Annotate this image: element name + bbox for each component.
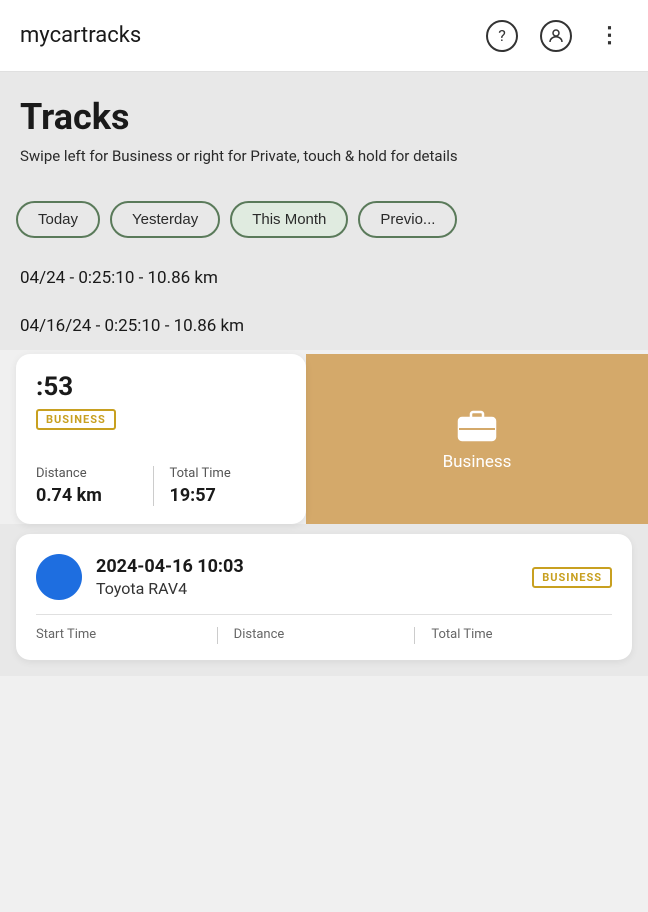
track-row-2[interactable]: 04/16/24 - 0:25:10 - 10.86 km xyxy=(20,302,628,350)
card-distance-label: Distance xyxy=(36,466,153,481)
help-icon: ? xyxy=(486,20,518,52)
track-row-1[interactable]: 04/24 - 0:25:10 - 10.86 km xyxy=(20,254,628,302)
tracks-header: Tracks Swipe left for Business or right … xyxy=(0,72,648,185)
track-dot-indicator xyxy=(36,554,82,600)
card-distance-stat: Distance 0.74 km xyxy=(36,466,153,506)
second-card-stats: Start Time Distance Total Time xyxy=(36,614,612,644)
card-business-badge: BUSINESS xyxy=(36,409,116,430)
card-total-time-value: 19:57 xyxy=(170,485,287,506)
tab-this-month[interactable]: This Month xyxy=(230,201,348,238)
card-stats: Distance 0.74 km Total Time 19:57 xyxy=(36,466,286,506)
tracks-title: Tracks xyxy=(20,96,628,138)
start-time-label: Start Time xyxy=(36,627,217,642)
top-bar: mycartracks ? ⋮ xyxy=(0,0,648,72)
track-list-section: 04/24 - 0:25:10 - 10.86 km 04/16/24 - 0:… xyxy=(0,254,648,350)
business-panel-label: Business xyxy=(443,452,512,472)
second-card-vehicle: Toyota RAV4 xyxy=(96,579,244,598)
tracks-subtitle: Swipe left for Business or right for Pri… xyxy=(20,146,628,167)
card-total-time-label: Total Time xyxy=(170,466,287,481)
top-bar-icons: ? ⋮ xyxy=(484,18,628,54)
second-card-header: 2024-04-16 10:03 Toyota RAV4 BUSINESS xyxy=(36,554,612,600)
business-action-panel[interactable]: Business xyxy=(306,354,648,524)
second-card-distance: Distance xyxy=(217,627,415,644)
second-card-container: 2024-04-16 10:03 Toyota RAV4 BUSINESS St… xyxy=(0,524,648,676)
card-distance-value: 0.74 km xyxy=(36,485,153,506)
swipe-container: :53 BUSINESS Distance 0.74 km Total Time… xyxy=(0,354,648,524)
second-card-business-badge: BUSINESS xyxy=(532,567,612,588)
account-button[interactable] xyxy=(538,18,574,54)
filter-tabs: Today Yesterday This Month Previo... xyxy=(0,185,648,254)
tab-yesterday[interactable]: Yesterday xyxy=(110,201,220,238)
more-icon: ⋮ xyxy=(599,23,622,48)
second-card-datetime: 2024-04-16 10:03 xyxy=(96,556,244,577)
card-time: :53 xyxy=(36,372,286,402)
tab-today[interactable]: Today xyxy=(16,201,100,238)
second-card-info: 2024-04-16 10:03 Toyota RAV4 xyxy=(96,556,244,598)
second-card-total-time: Total Time xyxy=(414,627,612,644)
help-button[interactable]: ? xyxy=(484,18,520,54)
distance-label: Distance xyxy=(234,627,415,642)
second-track-card[interactable]: 2024-04-16 10:03 Toyota RAV4 BUSINESS St… xyxy=(16,534,632,660)
total-time-label: Total Time xyxy=(431,627,612,642)
more-button[interactable]: ⋮ xyxy=(592,18,628,54)
card-total-time-stat: Total Time 19:57 xyxy=(153,466,287,506)
tab-previous[interactable]: Previo... xyxy=(358,201,457,238)
briefcase-icon xyxy=(457,406,497,442)
track-card-swiped[interactable]: :53 BUSINESS Distance 0.74 km Total Time… xyxy=(16,354,306,524)
second-card-start-time: Start Time xyxy=(36,627,217,644)
account-icon xyxy=(540,20,572,52)
app-title: mycartracks xyxy=(20,23,484,48)
